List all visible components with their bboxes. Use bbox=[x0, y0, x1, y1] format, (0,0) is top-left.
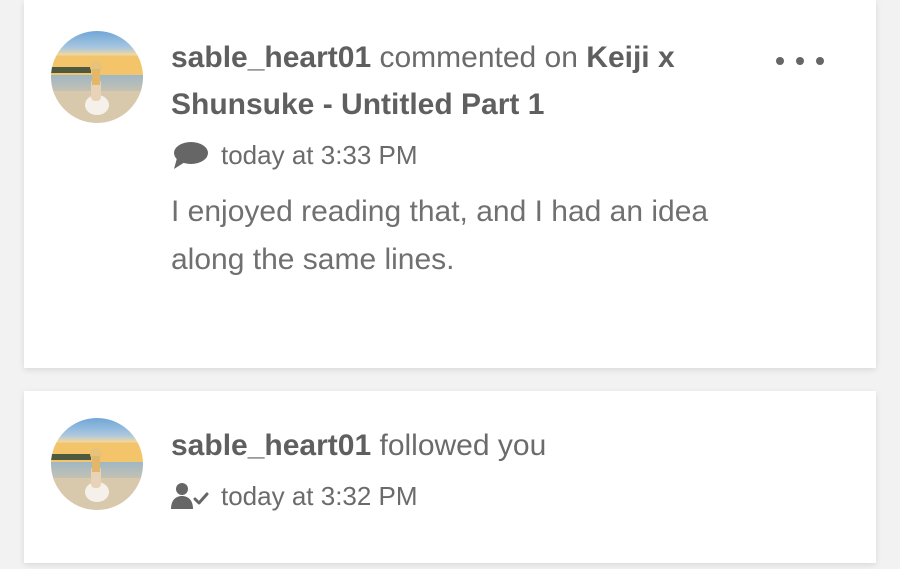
timestamp: today at 3:32 PM bbox=[221, 480, 418, 511]
notification-headline: sable_heart01 followed you bbox=[171, 422, 736, 469]
notification-meta: today at 3:32 PM bbox=[171, 474, 736, 518]
avatar-image bbox=[51, 31, 143, 123]
avatar[interactable] bbox=[51, 418, 143, 510]
notification-card-comment[interactable]: sable_heart01 commented on Keiji x Shuns… bbox=[24, 0, 876, 368]
comment-icon bbox=[171, 140, 209, 170]
notification-feed: sable_heart01 commented on Keiji x Shuns… bbox=[0, 0, 900, 569]
user-follow-icon bbox=[171, 481, 209, 511]
dot-icon bbox=[796, 57, 804, 65]
action-text: commented on bbox=[379, 41, 578, 74]
notification-headline: sable_heart01 commented on Keiji x Shuns… bbox=[171, 34, 736, 128]
dot-icon bbox=[816, 57, 824, 65]
notification-content: sable_heart01 followed you today at 3:32… bbox=[171, 422, 736, 518]
notification-meta: today at 3:33 PM bbox=[171, 133, 736, 177]
more-options-button[interactable] bbox=[776, 46, 824, 76]
comment-text: I enjoyed reading that, and I had an ide… bbox=[171, 195, 709, 276]
notification-card-follow[interactable]: sable_heart01 followed you today at 3:32… bbox=[24, 391, 876, 563]
avatar-image bbox=[51, 418, 143, 510]
username-link[interactable]: sable_heart01 bbox=[171, 41, 371, 74]
timestamp: today at 3:33 PM bbox=[221, 139, 418, 170]
dot-icon bbox=[776, 57, 784, 65]
action-text: followed you bbox=[379, 429, 547, 462]
notification-content: sable_heart01 commented on Keiji x Shuns… bbox=[171, 34, 736, 284]
username-link[interactable]: sable_heart01 bbox=[171, 429, 371, 462]
avatar[interactable] bbox=[51, 31, 143, 123]
